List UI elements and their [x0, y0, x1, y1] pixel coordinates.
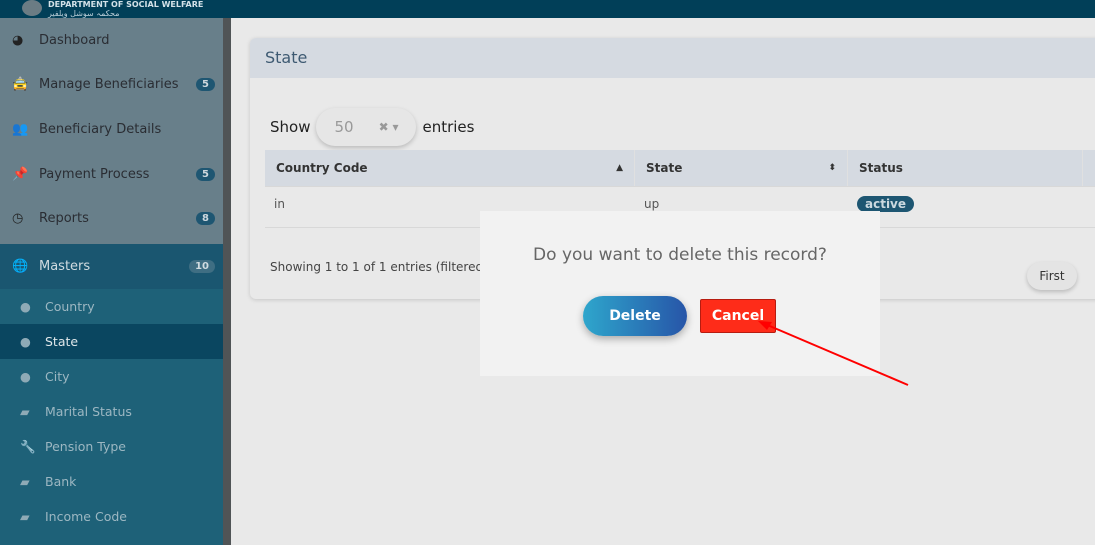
sidebar-item-label: Income Code: [45, 509, 127, 524]
page-size-select[interactable]: 50 ✖ ▾: [316, 108, 417, 146]
top-header: DEPARTMENT OF SOCIAL WELFARE محکمہ سوشل …: [0, 0, 1095, 18]
globe-icon: 🌐: [12, 259, 29, 274]
column-action: [1083, 150, 1095, 186]
brand-urdu: محکمہ سوشل ویلفیر: [48, 9, 120, 18]
sidebar-item-label: Payment Process: [39, 166, 150, 182]
confirm-dialog: Do you want to delete this record? Delet…: [480, 211, 880, 376]
delete-button[interactable]: Delete: [583, 296, 687, 336]
sidebar-sub-bank[interactable]: ▰ Bank: [0, 464, 223, 499]
car-icon: ▰: [20, 404, 30, 419]
sidebar-item-label: City: [45, 369, 70, 384]
map-marker-icon: ●: [20, 334, 31, 349]
clear-icon[interactable]: ✖ ▾: [379, 120, 399, 134]
map-marker-icon: ●: [20, 299, 31, 314]
sidebar-sub-state[interactable]: ● State: [0, 324, 223, 359]
count-badge: 5: [196, 78, 215, 92]
sort-asc-icon: ▲: [616, 163, 623, 173]
page-title: State: [250, 38, 1095, 78]
department-logo: [22, 0, 42, 16]
sidebar-item-label: Country: [45, 299, 95, 314]
clock-icon: ◷: [12, 211, 24, 227]
count-badge: 8: [196, 212, 215, 226]
sidebar-sub-pension-type[interactable]: 🔧 Pension Type: [0, 429, 223, 464]
status-badge: active: [857, 196, 915, 212]
sidebar-item-label: Reports: [39, 211, 89, 227]
count-badge: 10: [189, 260, 215, 273]
dialog-question: Do you want to delete this record?: [533, 245, 827, 265]
wrench-icon: 🔧: [20, 438, 36, 454]
sidebar-item-masters[interactable]: 🌐 Masters 10: [0, 244, 223, 289]
sidebar-item-label: Masters: [39, 259, 91, 274]
users-icon: 👥: [12, 121, 29, 137]
show-label: Show: [270, 118, 311, 136]
sidebar: ◕ Dashboard 🚖 Manage Beneficiaries 5 👥 Benef…: [0, 18, 223, 545]
sidebar-item-label: Marital Status: [45, 404, 132, 419]
sidebar-scrollbar[interactable]: [223, 18, 231, 545]
sidebar-sub-country[interactable]: ● Country: [0, 289, 223, 324]
sidebar-item-label: Beneficiary Details: [39, 121, 162, 137]
sidebar-sub-marital-status[interactable]: ▰ Marital Status: [0, 394, 223, 429]
sidebar-sub-city[interactable]: ● City: [0, 359, 223, 394]
dashboard-icon: ◕: [12, 32, 24, 48]
sidebar-item-manage-beneficiaries[interactable]: 🚖 Manage Beneficiaries 5: [0, 63, 223, 108]
map-marker-icon: ●: [20, 369, 31, 384]
column-status[interactable]: Status: [848, 150, 1083, 186]
column-state[interactable]: State ⬍: [635, 150, 848, 186]
sidebar-item-dashboard[interactable]: ◕ Dashboard: [0, 18, 223, 63]
sidebar-item-label: Manage Beneficiaries: [39, 77, 179, 93]
sidebar-item-label: Bank: [45, 474, 77, 489]
brand-english: DEPARTMENT OF SOCIAL WELFARE: [48, 0, 204, 9]
sidebar-item-reports[interactable]: ◷ Reports 8: [0, 196, 223, 241]
pin-icon: 📌: [12, 166, 29, 182]
column-country-code[interactable]: Country Code ▲: [265, 150, 635, 186]
sidebar-sub-income-code[interactable]: ▰ Income Code: [0, 499, 223, 534]
page-size-value: 50: [334, 118, 354, 136]
sidebar-item-label: State: [45, 334, 79, 349]
sidebar-item-label: Dashboard: [39, 32, 110, 48]
car-icon: ▰: [20, 474, 30, 489]
sort-icon: ⬍: [828, 163, 836, 173]
first-page-button[interactable]: First: [1027, 262, 1077, 290]
count-badge: 5: [196, 167, 215, 181]
sidebar-item-label: Pension Type: [45, 439, 126, 454]
entries-label: entries: [422, 118, 475, 136]
sidebar-item-payment-process[interactable]: 📌 Payment Process 5: [0, 152, 223, 197]
car-icon: ▰: [20, 509, 30, 524]
sidebar-item-beneficiary-details[interactable]: 👥 Beneficiary Details: [0, 107, 223, 152]
taxi-icon: 🚖: [12, 77, 29, 93]
cancel-button[interactable]: Cancel: [700, 299, 776, 333]
